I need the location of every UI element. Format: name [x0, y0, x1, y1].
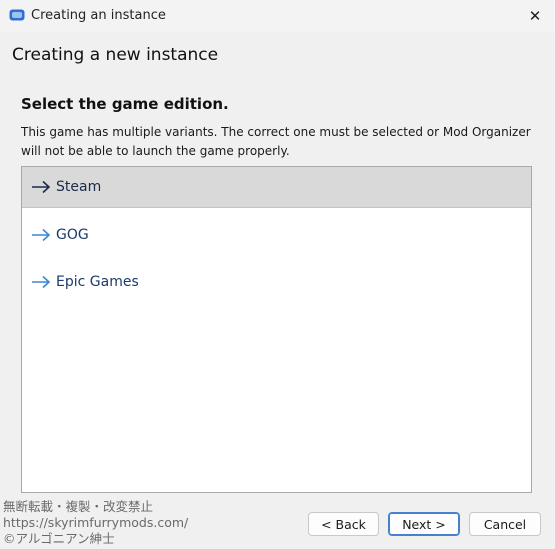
watermark-line: ©アルゴニアン紳士 — [3, 531, 115, 546]
title-bar: Creating an instance ✕ — [0, 0, 555, 32]
arrow-right-icon — [32, 275, 51, 289]
next-button[interactable]: Next > — [388, 512, 460, 536]
app-icon — [9, 9, 25, 21]
section-heading: Select the game edition. — [21, 95, 229, 113]
arrow-right-icon — [32, 228, 51, 242]
window-title: Creating an instance — [31, 8, 166, 23]
arrow-right-icon — [32, 180, 51, 194]
list-item-label: Epic Games — [56, 274, 139, 290]
close-button[interactable]: ✕ — [515, 0, 555, 32]
watermark-line: 無断転載・複製・改変禁止 — [3, 499, 154, 514]
watermark-text: 無断転載・複製・改変禁止 https://skyrimfurrymods.com… — [3, 499, 188, 547]
watermark-line: https://skyrimfurrymods.com/ — [3, 515, 189, 530]
edition-list[interactable]: Steam GOG Epic Games — [21, 166, 532, 493]
list-item-epic-games[interactable]: Epic Games — [22, 262, 531, 302]
page-title: Creating a new instance — [12, 45, 219, 65]
back-button[interactable]: < Back — [308, 512, 379, 536]
description-text: This game has multiple variants. The cor… — [21, 125, 531, 158]
list-item-gog[interactable]: GOG — [22, 215, 531, 255]
list-item-label: Steam — [56, 179, 102, 195]
close-icon: ✕ — [528, 7, 542, 25]
list-item-label: GOG — [56, 227, 89, 243]
list-item-steam[interactable]: Steam — [22, 167, 531, 208]
cancel-button[interactable]: Cancel — [469, 512, 541, 536]
